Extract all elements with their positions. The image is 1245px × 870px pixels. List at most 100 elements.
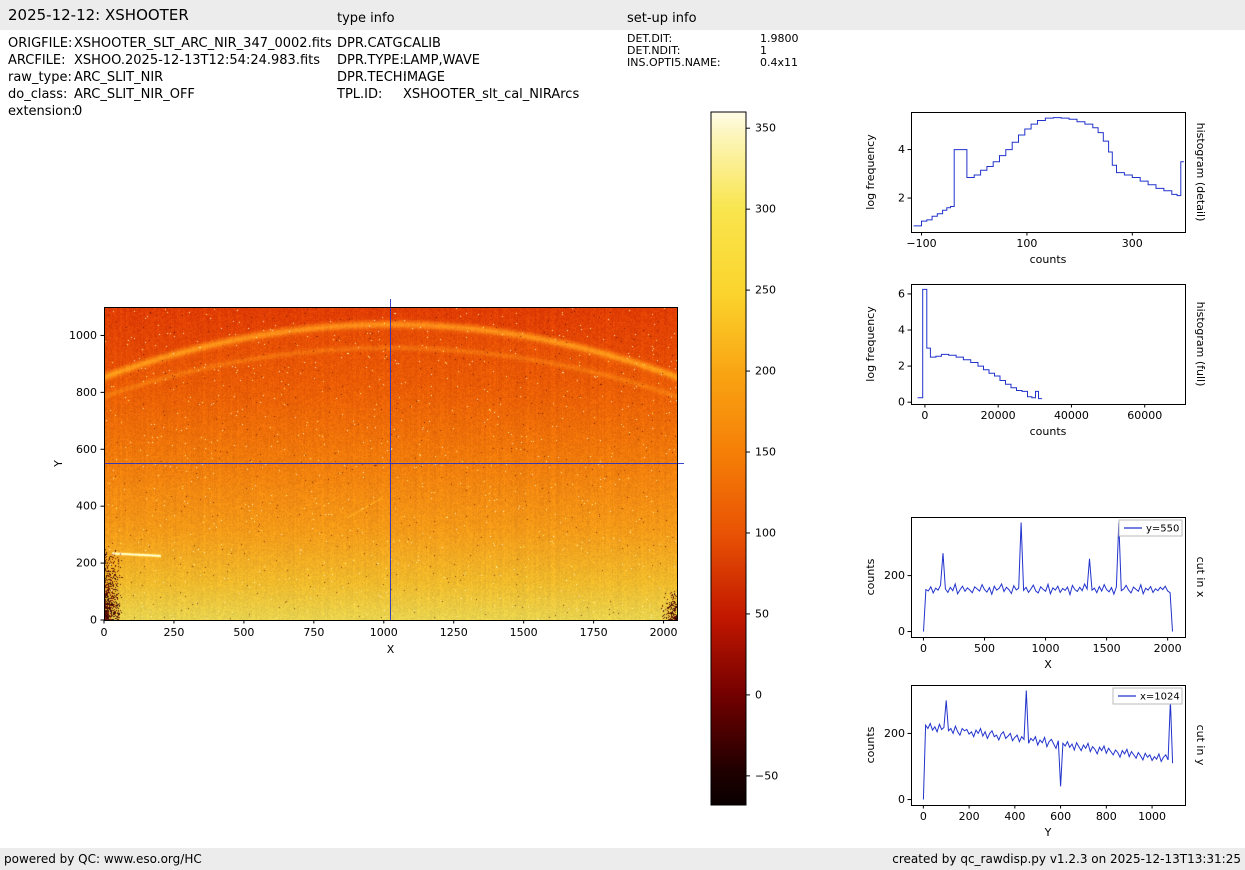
svg-text:1000: 1000 bbox=[370, 626, 398, 639]
svg-text:2000: 2000 bbox=[650, 626, 678, 639]
qc-report-page: 2025-12-12: XSHOOTER type info set-up in… bbox=[0, 0, 1245, 870]
info-row: DPR.CATG: CALIB bbox=[337, 35, 579, 52]
footer-right-text: created by qc_rawdisp.py v1.2.3 on 2025-… bbox=[892, 852, 1241, 866]
svg-text:1750: 1750 bbox=[580, 626, 608, 639]
info-row: ARCFILE: XSHOO.2025-12-13T12:54:24.983.fi… bbox=[8, 52, 332, 69]
plot-caption: histogram (detail) bbox=[1194, 123, 1207, 222]
svg-text:2: 2 bbox=[898, 192, 905, 205]
info-label: DPR.CATG: bbox=[337, 36, 407, 51]
setup-info-heading: set-up info bbox=[627, 11, 697, 26]
colorbar-tick-label: 300 bbox=[755, 203, 776, 216]
svg-text:0: 0 bbox=[898, 625, 905, 638]
plot-caption: cut in x bbox=[1194, 557, 1207, 598]
info-label: DPR.TYPE: bbox=[337, 53, 404, 68]
info-value: CALIB bbox=[403, 36, 441, 51]
svg-text:6: 6 bbox=[898, 287, 905, 300]
info-row: TPL.ID: XSHOOTER_slt_cal_NIRArcs bbox=[337, 86, 579, 103]
svg-text:0: 0 bbox=[101, 626, 108, 639]
svg-text:counts: counts bbox=[864, 558, 877, 595]
svg-text:0: 0 bbox=[898, 793, 905, 806]
svg-text:1000: 1000 bbox=[1032, 642, 1060, 655]
colorbar-tick-label: 200 bbox=[755, 365, 776, 378]
svg-text:1250: 1250 bbox=[440, 626, 468, 639]
info-row: raw_type: ARC_SLIT_NIR bbox=[8, 69, 332, 86]
svg-text:800: 800 bbox=[76, 386, 97, 399]
file-info-block: ORIGFILE: XSHOOTER_SLT_ARC_NIR_347_0002.f… bbox=[8, 35, 332, 120]
page-title: 2025-12-12: XSHOOTER bbox=[8, 6, 189, 24]
cut_y-svg: 0 200 400 600 800 1000 0 200 Ycounts cut in y x=10… bbox=[864, 685, 1207, 839]
histogram-full-plot: 0 20000 40000 60000 0 2 4 6 counts log frequency h… bbox=[855, 276, 1240, 451]
svg-text:400: 400 bbox=[76, 500, 97, 513]
svg-text:counts: counts bbox=[1030, 253, 1067, 266]
info-label: do_class: bbox=[8, 87, 68, 102]
type-info-block: DPR.CATG: CALIB DPR.TYPE: LAMP,WAVE DPR.TECH… bbox=[337, 35, 579, 103]
svg-text:log frequency: log frequency bbox=[864, 134, 877, 210]
header-bar: 2025-12-12: XSHOOTER type info set-up in… bbox=[0, 0, 1245, 30]
svg-text:100: 100 bbox=[1016, 237, 1037, 250]
cut_x-svg: 0 500 1000 1500 2000 0 200 Xcounts cut in x y=550 bbox=[864, 517, 1207, 671]
info-value: 0.4x11 bbox=[760, 56, 799, 69]
svg-text:200: 200 bbox=[959, 810, 980, 823]
svg-text:1500: 1500 bbox=[510, 626, 538, 639]
svg-text:X: X bbox=[387, 643, 395, 656]
svg-text:1000: 1000 bbox=[1138, 810, 1166, 823]
svg-text:X: X bbox=[1044, 658, 1052, 671]
info-row: DPR.TECH: IMAGE bbox=[337, 69, 579, 86]
info-label: ORIGFILE: bbox=[8, 36, 73, 51]
info-row: ORIGFILE: XSHOOTER_SLT_ARC_NIR_347_0002.f… bbox=[8, 35, 332, 52]
axes-box bbox=[911, 112, 1186, 233]
data-line bbox=[922, 690, 1174, 800]
svg-text:Y: Y bbox=[52, 460, 65, 468]
footer-bar: powered by QC: www.eso.org/HC created by… bbox=[0, 848, 1245, 870]
info-row: extension: 0 bbox=[8, 103, 332, 120]
cut-in-y-plot: 0 200 400 600 800 1000 0 200 Ycounts cut in y x=10… bbox=[855, 677, 1240, 848]
svg-text:−100: −100 bbox=[906, 237, 936, 250]
colorbar-tick-label: 100 bbox=[755, 526, 776, 539]
info-label: ARCFILE: bbox=[8, 53, 66, 68]
colorbar-svg: 350 300 250 200 150 100 50 0 −50 bbox=[710, 111, 778, 806]
svg-text:0: 0 bbox=[90, 614, 97, 627]
svg-text:log frequency: log frequency bbox=[864, 306, 877, 382]
info-label: extension: bbox=[8, 104, 76, 119]
svg-text:400: 400 bbox=[1004, 810, 1025, 823]
svg-text:0: 0 bbox=[920, 810, 927, 823]
data-line bbox=[923, 522, 1173, 632]
histogram-detail-plot: −100 100 300 2 4 counts log frequency histogram… bbox=[855, 104, 1240, 279]
svg-text:200: 200 bbox=[76, 557, 97, 570]
svg-text:2000: 2000 bbox=[1154, 642, 1182, 655]
info-value: IMAGE bbox=[403, 70, 446, 85]
setup-info-block: DET.DIT: 1.9800 DET.NDIT: 1 INS.OPTI5.NAME: 0… bbox=[627, 33, 799, 69]
svg-text:Y: Y bbox=[1044, 826, 1052, 839]
svg-text:4: 4 bbox=[898, 143, 905, 156]
cut-in-x-plot: 0 500 1000 1500 2000 0 200 Xcounts cut in x y=550 bbox=[855, 509, 1240, 684]
svg-text:1000: 1000 bbox=[69, 329, 97, 342]
svg-text:1500: 1500 bbox=[1093, 642, 1121, 655]
svg-text:200: 200 bbox=[884, 727, 905, 740]
info-row: DPR.TYPE: LAMP,WAVE bbox=[337, 52, 579, 69]
info-value: LAMP,WAVE bbox=[403, 53, 480, 68]
svg-text:750: 750 bbox=[303, 626, 324, 639]
svg-text:2: 2 bbox=[898, 360, 905, 373]
info-row: do_class: ARC_SLIT_NIR_OFF bbox=[8, 86, 332, 103]
hist_detail-svg: −100 100 300 2 4 counts log frequency histogram… bbox=[864, 112, 1207, 266]
colorbar-tick-label: 250 bbox=[755, 284, 776, 297]
svg-text:500: 500 bbox=[974, 642, 995, 655]
info-value: ARC_SLIT_NIR bbox=[74, 70, 164, 85]
svg-text:20000: 20000 bbox=[981, 409, 1016, 422]
colorbar-tick-label: 350 bbox=[755, 122, 776, 135]
colorbar: 350 300 250 200 150 100 50 0 −50 bbox=[710, 102, 805, 815]
svg-text:500: 500 bbox=[233, 626, 254, 639]
data-line bbox=[913, 117, 1184, 227]
svg-text:600: 600 bbox=[76, 443, 97, 456]
info-value: 0 bbox=[74, 104, 83, 119]
hist_full-svg: 0 20000 40000 60000 0 2 4 6 counts log frequency h… bbox=[864, 284, 1207, 438]
info-value: XSHOO.2025-12-13T12:54:24.983.fits bbox=[74, 53, 321, 68]
footer-left-text: powered by QC: www.eso.org/HC bbox=[4, 852, 202, 866]
colorbar-tick-label: 150 bbox=[755, 446, 776, 459]
colorbar-tick-label: 50 bbox=[755, 607, 769, 620]
info-value: XSHOOTER_SLT_ARC_NIR_347_0002.fits bbox=[74, 36, 332, 51]
plot-caption: cut in y bbox=[1194, 725, 1207, 766]
axes-box bbox=[911, 284, 1186, 405]
svg-text:counts: counts bbox=[864, 726, 877, 763]
data-line bbox=[917, 288, 1043, 400]
